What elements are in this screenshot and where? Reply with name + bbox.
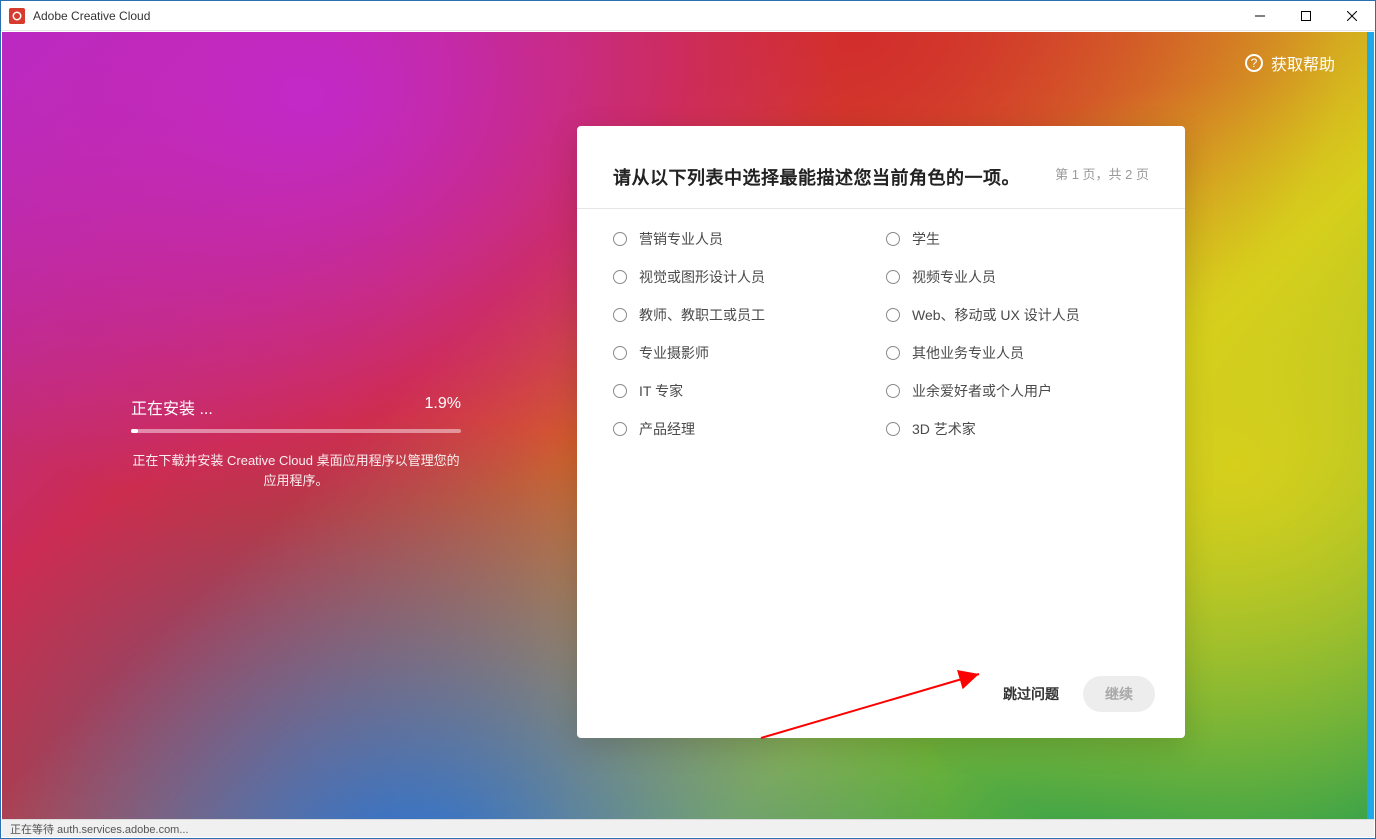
status-bar: 正在等待 auth.services.adobe.com... (2, 819, 1374, 837)
role-option-student[interactable]: 学生 (886, 229, 1149, 249)
window-title: Adobe Creative Cloud (33, 9, 150, 23)
role-option-it[interactable]: IT 专家 (613, 381, 876, 401)
card-title: 请从以下列表中选择最能描述您当前角色的一项。 (613, 164, 1020, 190)
card-header: 请从以下列表中选择最能描述您当前角色的一项。 第 1 页，共 2 页 (577, 126, 1185, 209)
install-progress-bar (131, 429, 461, 433)
radio-icon (613, 384, 627, 398)
help-icon: ? (1245, 54, 1263, 72)
role-option-photographer[interactable]: 专业摄影师 (613, 343, 876, 363)
radio-icon (613, 270, 627, 284)
radio-icon (613, 346, 627, 360)
card-footer: 跳过问题 继续 (577, 656, 1185, 738)
close-button[interactable] (1329, 1, 1375, 31)
role-option-hobbyist[interactable]: 业余爱好者或个人用户 (886, 381, 1149, 401)
role-option-marketing[interactable]: 营销专业人员 (613, 229, 876, 249)
install-title: 正在安装 ... (131, 395, 213, 419)
install-progress-panel: 正在安装 ... 1.9% 正在下载并安装 Creative Cloud 桌面应… (131, 395, 461, 490)
radio-icon (886, 384, 900, 398)
get-help-link[interactable]: ? 获取帮助 (1245, 51, 1335, 75)
install-progress-fill (131, 429, 138, 433)
role-option-product-manager[interactable]: 产品经理 (613, 419, 876, 439)
maximize-button[interactable] (1283, 1, 1329, 31)
app-window: Adobe Creative Cloud ? 获取帮助 正在安装 ... 1.9… (0, 0, 1376, 839)
role-option-3d-artist[interactable]: 3D 艺术家 (886, 419, 1149, 439)
install-description: 正在下载并安装 Creative Cloud 桌面应用程序以管理您的 应用程序。 (131, 451, 461, 490)
role-option-web-ux[interactable]: Web、移动或 UX 设计人员 (886, 305, 1149, 325)
radio-icon (886, 232, 900, 246)
help-label: 获取帮助 (1271, 51, 1335, 75)
role-option-teacher[interactable]: 教师、教职工或员工 (613, 305, 876, 325)
radio-icon (613, 422, 627, 436)
minimize-button[interactable] (1237, 1, 1283, 31)
radio-icon (886, 346, 900, 360)
adobe-cc-icon (9, 8, 25, 24)
role-option-video[interactable]: 视频专业人员 (886, 267, 1149, 287)
card-page-indicator: 第 1 页，共 2 页 (1055, 164, 1149, 183)
right-accent-strip (1367, 32, 1374, 819)
radio-icon (613, 232, 627, 246)
radio-icon (886, 270, 900, 284)
role-option-visual-design[interactable]: 视觉或图形设计人员 (613, 267, 876, 287)
radio-icon (613, 308, 627, 322)
role-survey-card: 请从以下列表中选择最能描述您当前角色的一项。 第 1 页，共 2 页 营销专业人… (577, 126, 1185, 738)
install-percent: 1.9% (425, 395, 461, 419)
role-option-other-business[interactable]: 其他业务专业人员 (886, 343, 1149, 363)
role-options: 营销专业人员 学生 视觉或图形设计人员 视频专业人员 教师、教职工或员工 Web… (577, 209, 1185, 439)
radio-icon (886, 422, 900, 436)
skip-question-link[interactable]: 跳过问题 (1003, 684, 1059, 704)
radio-icon (886, 308, 900, 322)
continue-button[interactable]: 继续 (1083, 676, 1155, 712)
titlebar: Adobe Creative Cloud (1, 1, 1375, 31)
status-text: 正在等待 auth.services.adobe.com... (10, 821, 189, 837)
window-controls (1237, 1, 1375, 31)
